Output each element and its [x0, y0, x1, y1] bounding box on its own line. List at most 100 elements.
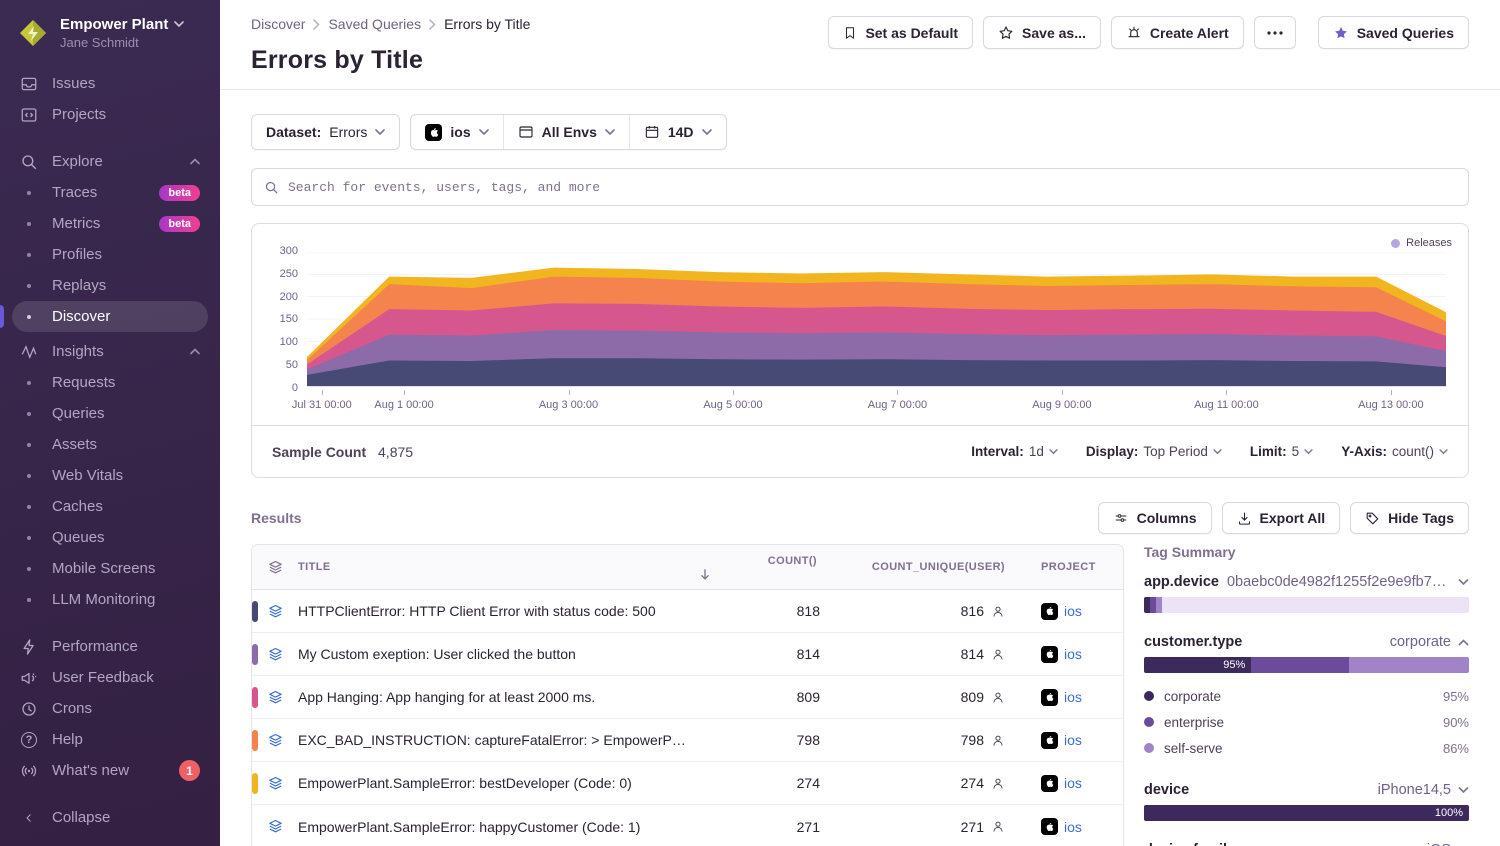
layers-icon[interactable]: [252, 732, 298, 749]
project-selector[interactable]: ios: [411, 115, 502, 149]
count-unique-value: 274: [961, 775, 984, 791]
chart-legend[interactable]: Releases: [1391, 237, 1452, 249]
org-switcher[interactable]: Empower Plant Jane Schmidt: [0, 16, 220, 50]
sidebar-item-mobile-screens[interactable]: Mobile Screens: [12, 553, 208, 584]
date-range-selector[interactable]: 14D: [630, 115, 726, 149]
project-link[interactable]: ios: [1064, 689, 1082, 705]
saved-queries-button[interactable]: Saved Queries: [1318, 16, 1469, 49]
column-project[interactable]: PROJECT: [1005, 561, 1123, 573]
tag-header[interactable]: app.device 0baebc0de4982f1255f2e9e9fb7…: [1144, 574, 1469, 590]
sidebar-item-help[interactable]: ? Help: [12, 724, 208, 755]
sidebar-item-llm-monitoring[interactable]: LLM Monitoring: [12, 584, 208, 615]
table-row[interactable]: My Custom exeption: User clicked the but…: [252, 633, 1123, 676]
sidebar-item-queries[interactable]: Queries: [12, 398, 208, 429]
set-as-default-button[interactable]: Set as Default: [828, 16, 973, 49]
interval-selector[interactable]: Interval:1d: [971, 444, 1058, 459]
tag-header[interactable]: device.family iOS: [1144, 842, 1469, 846]
tag-value-row[interactable]: corporate 95%: [1144, 683, 1469, 709]
chevron-down-icon: [1049, 449, 1058, 455]
event-title[interactable]: App Hanging: App hanging for at least 20…: [298, 689, 700, 705]
tag-distribution-bar[interactable]: 95%: [1144, 657, 1469, 673]
user-icon: [991, 776, 1005, 791]
column-count[interactable]: COUNT(): [700, 555, 820, 580]
sidebar-item-assets[interactable]: Assets: [12, 429, 208, 460]
table-row[interactable]: EXC_BAD_INSTRUCTION: captureFatalError: …: [252, 719, 1123, 762]
breadcrumb-saved-queries[interactable]: Saved Queries: [328, 16, 421, 32]
dataset-selector[interactable]: Dataset: Errors: [251, 114, 400, 150]
table-row[interactable]: HTTPClientError: HTTP Client Error with …: [252, 590, 1123, 633]
sidebar-section-explore[interactable]: Explore: [12, 146, 208, 177]
search-icon: [264, 180, 279, 195]
x-axis-labels: Jul 31 00:00Aug 1 00:00Aug 3 00:00Aug 5 …: [307, 390, 1446, 418]
sidebar-item-performance[interactable]: Performance: [12, 631, 208, 662]
project-link[interactable]: ios: [1064, 775, 1082, 791]
more-options-button[interactable]: [1254, 16, 1296, 49]
column-count-unique[interactable]: COUNT_UNIQUE(USER): [820, 561, 1005, 573]
event-title[interactable]: EXC_BAD_INSTRUCTION: captureFatalError: …: [298, 732, 700, 748]
sidebar-item-web-vitals[interactable]: Web Vitals: [12, 460, 208, 491]
chevron-down-icon[interactable]: [1458, 787, 1469, 794]
table-row[interactable]: EmpowerPlant.SampleError: bestDeveloper …: [252, 762, 1123, 805]
sidebar-item-profiles[interactable]: Profiles: [12, 239, 208, 270]
tag-distribution-bar[interactable]: [1144, 597, 1469, 613]
sidebar-item-user-feedback[interactable]: User Feedback: [12, 662, 208, 693]
sidebar-item-traces[interactable]: Traces beta: [12, 177, 208, 208]
tag-distribution-bar[interactable]: 100%: [1144, 805, 1469, 821]
save-as-button[interactable]: Save as...: [983, 16, 1101, 49]
tag-header[interactable]: customer.type corporate: [1144, 634, 1469, 650]
project-link[interactable]: ios: [1064, 732, 1082, 748]
sidebar-item-caches[interactable]: Caches: [12, 491, 208, 522]
layers-icon[interactable]: [252, 689, 298, 706]
sidebar-item-metrics[interactable]: Metrics beta: [12, 208, 208, 239]
event-title[interactable]: My Custom exeption: User clicked the but…: [298, 646, 700, 662]
events-chart[interactable]: Releases 300250 200150 10050 0 Jul 31 00…: [252, 224, 1468, 425]
layers-icon[interactable]: [252, 603, 298, 620]
columns-button[interactable]: Columns: [1098, 502, 1212, 534]
sidebar-item-requests[interactable]: Requests: [12, 367, 208, 398]
sidebar-item-queues[interactable]: Queues: [12, 522, 208, 553]
column-title[interactable]: TITLE: [298, 561, 700, 573]
project-link[interactable]: ios: [1064, 603, 1082, 619]
tag-header[interactable]: device iPhone14,5: [1144, 782, 1469, 798]
limit-selector[interactable]: Limit:5: [1250, 444, 1313, 459]
tag-value-pct: 95%: [1443, 689, 1469, 704]
event-title[interactable]: EmpowerPlant.SampleError: bestDeveloper …: [298, 775, 700, 791]
layers-icon[interactable]: [252, 818, 298, 835]
chevron-down-icon[interactable]: [1458, 579, 1469, 586]
sidebar-item-crons[interactable]: Crons: [12, 693, 208, 724]
project-link[interactable]: ios: [1064, 646, 1082, 662]
table-row[interactable]: App Hanging: App hanging for at least 20…: [252, 676, 1123, 719]
layers-icon[interactable]: [252, 559, 298, 576]
display-selector[interactable]: Display:Top Period: [1086, 444, 1222, 459]
search-input[interactable]: [288, 180, 1456, 195]
environment-selector[interactable]: All Envs: [504, 115, 629, 149]
sidebar-item-projects[interactable]: Projects: [12, 99, 208, 130]
chevron-down-icon: [174, 21, 184, 28]
sidebar-item-replays[interactable]: Replays: [12, 270, 208, 301]
hide-tags-button[interactable]: Hide Tags: [1350, 502, 1469, 534]
table-header: TITLE COUNT() COUNT_UNIQUE(USER) PROJECT: [252, 545, 1123, 590]
tag-value-row[interactable]: self-serve 86%: [1144, 735, 1469, 761]
export-all-button[interactable]: Export All: [1222, 502, 1341, 534]
sidebar-section-insights[interactable]: Insights: [12, 336, 208, 367]
layers-icon[interactable]: [252, 646, 298, 663]
table-row[interactable]: EmpowerPlant.SampleError: happyCustomer …: [252, 805, 1123, 846]
chevron-up-icon[interactable]: [1458, 639, 1469, 646]
sidebar-item-issues[interactable]: Issues: [12, 68, 208, 99]
sidebar-item-discover[interactable]: Discover: [12, 301, 208, 332]
sidebar-item-whats-new[interactable]: What's new 1: [12, 755, 208, 786]
ellipsis-icon: [1267, 31, 1283, 35]
chevron-down-icon: [1439, 449, 1448, 455]
series-color-bar: [252, 601, 258, 622]
series-color-bar: [252, 773, 258, 794]
tag-value-row[interactable]: enterprise 90%: [1144, 709, 1469, 735]
sidebar-collapse-button[interactable]: Collapse: [12, 802, 208, 833]
breadcrumb-discover[interactable]: Discover: [251, 16, 305, 32]
event-title[interactable]: EmpowerPlant.SampleError: happyCustomer …: [298, 819, 700, 835]
y-axis-selector[interactable]: Y-Axis:count(): [1341, 444, 1448, 459]
project-link[interactable]: ios: [1064, 819, 1082, 835]
create-alert-button[interactable]: Create Alert: [1111, 16, 1244, 49]
event-title[interactable]: HTTPClientError: HTTP Client Error with …: [298, 603, 700, 619]
layers-icon[interactable]: [252, 775, 298, 792]
releases-legend-dot: [1391, 239, 1400, 248]
